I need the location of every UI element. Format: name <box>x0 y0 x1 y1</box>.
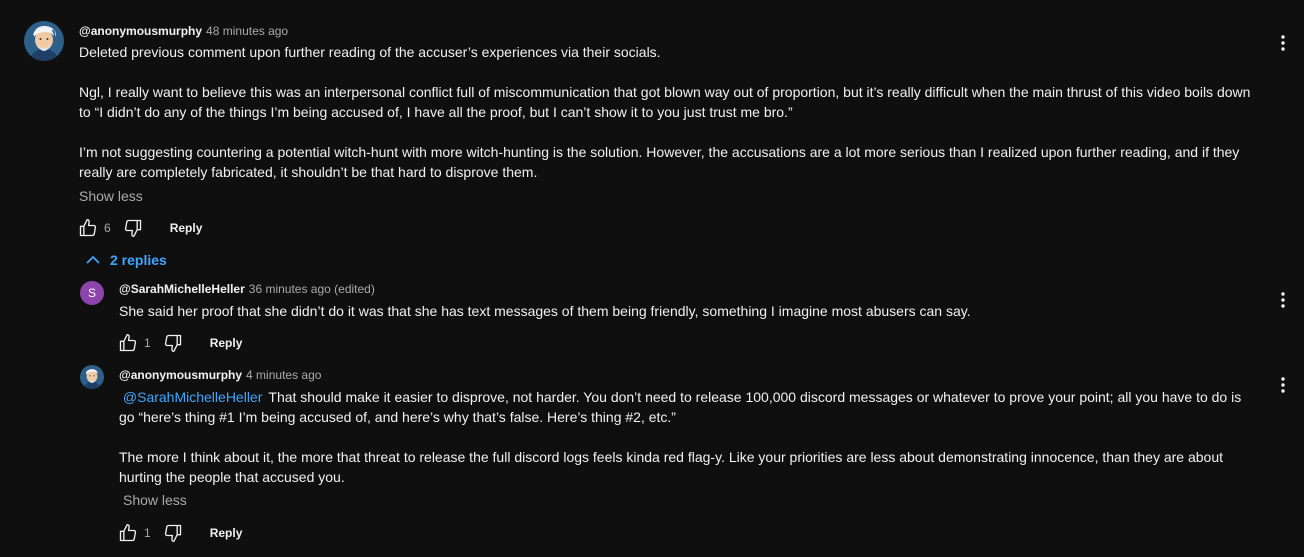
thumbs-down-icon <box>124 219 141 237</box>
reply-text: She said her proof that she didn’t do it… <box>119 301 1259 321</box>
comment-timestamp[interactable]: 36 minutes ago (edited) <box>249 282 375 296</box>
comment-timestamp[interactable]: 4 minutes ago <box>246 368 321 382</box>
reply-author-avatar[interactable]: S <box>80 281 104 305</box>
comment-menu-button[interactable] <box>1277 288 1289 312</box>
comment-timestamp[interactable]: 48 minutes ago <box>206 24 288 38</box>
reply-text-segment: That should make it easier to disprove, … <box>119 389 1242 425</box>
reply-button[interactable]: Reply <box>210 526 243 540</box>
comment-actions: 6 Reply <box>76 216 202 240</box>
like-button[interactable] <box>116 331 140 355</box>
comment-paragraph: Ngl, I really want to believe this was a… <box>79 84 1251 120</box>
dislike-button[interactable] <box>161 521 185 545</box>
author-avatar[interactable] <box>24 21 64 61</box>
avatar-cartoon-icon <box>24 21 64 61</box>
like-count: 1 <box>144 526 151 540</box>
reply-actions: 1 Reply <box>116 521 242 545</box>
comment-paragraph: I’m not suggesting countering a potentia… <box>79 144 1240 180</box>
reply-text: @SarahMichelleHeller That should make it … <box>119 387 1259 487</box>
dislike-button[interactable] <box>161 331 185 355</box>
chevron-up-icon <box>86 255 100 264</box>
replies-toggle-button[interactable]: 2 replies <box>86 252 167 268</box>
avatar-letter: S <box>87 286 96 300</box>
comment-paragraph: The more I think about it, the more that… <box>119 449 1224 485</box>
author-name[interactable]: @SarahMichelleHeller <box>119 282 245 296</box>
thumbs-down-icon <box>164 334 181 352</box>
avatar-cartoon-icon <box>80 365 104 389</box>
dislike-button[interactable] <box>121 216 145 240</box>
show-less-link[interactable]: Show less <box>79 188 143 204</box>
comment-paragraph: Deleted previous comment upon further re… <box>79 44 661 60</box>
replies-count-label: 2 replies <box>110 252 167 268</box>
like-count: 1 <box>144 336 151 350</box>
thumbs-down-icon <box>164 524 181 542</box>
show-less-link[interactable]: Show less <box>123 492 187 508</box>
comment-paragraph: @SarahMichelleHeller That should make it … <box>119 387 1259 427</box>
thumbs-up-icon <box>119 524 137 542</box>
more-vertical-icon <box>1281 292 1285 308</box>
reply-button[interactable]: Reply <box>210 336 243 350</box>
more-vertical-icon <box>1281 35 1285 51</box>
mention-link[interactable]: @SarahMichelleHeller <box>123 389 263 405</box>
like-button[interactable] <box>116 521 140 545</box>
like-button[interactable] <box>76 216 100 240</box>
like-count: 6 <box>104 221 111 235</box>
comment-paragraph: She said her proof that she didn’t do it… <box>119 303 971 319</box>
thumbs-up-icon <box>79 219 97 237</box>
thumbs-up-icon <box>119 334 137 352</box>
reply-header: @anonymousmurphy 4 minutes ago <box>119 368 321 382</box>
reply-button[interactable]: Reply <box>170 221 203 235</box>
author-name[interactable]: @anonymousmurphy <box>79 24 202 38</box>
more-vertical-icon <box>1281 377 1285 393</box>
comments-section: @anonymousmurphy 48 minutes ago Deleted p… <box>0 0 1304 557</box>
comment-menu-button[interactable] <box>1277 31 1289 55</box>
comment-menu-button[interactable] <box>1277 373 1289 397</box>
reply-header: @SarahMichelleHeller 36 minutes ago (edit… <box>119 282 375 296</box>
reply-author-avatar[interactable] <box>80 365 104 389</box>
comment-header: @anonymousmurphy 48 minutes ago <box>79 24 288 38</box>
reply-actions: 1 Reply <box>116 331 242 355</box>
author-name[interactable]: @anonymousmurphy <box>119 368 242 382</box>
comment-text: Deleted previous comment upon further re… <box>79 42 1259 182</box>
